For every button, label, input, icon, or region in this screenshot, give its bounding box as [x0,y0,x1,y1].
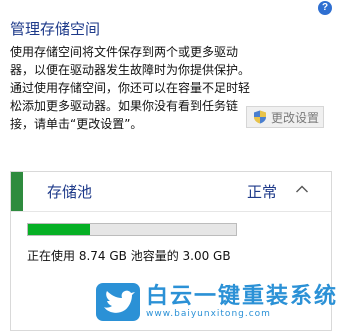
uac-shield-icon [254,110,266,124]
pool-usage-text: 正在使用 8.74 GB 池容量的 3.00 GB [27,249,231,263]
bird-logo-icon [96,283,140,321]
watermark: 白云一键重装系统 www.baiyunxitong.com [96,280,352,324]
pool-usage-fill [28,224,91,235]
watermark-title: 白云一键重装系统 [146,283,339,309]
description-text: 使用存储空间将文件保存到两个或更多驱动器，以便在驱动器发生故障时为你提供保护。通… [10,45,251,131]
change-settings-button[interactable]: 更改设置 [246,106,324,128]
change-settings-label: 更改设置 [271,110,320,125]
storage-pool-name: 存储池 [47,183,93,201]
chevron-up-icon[interactable] [295,184,309,194]
watermark-url: www.baiyunxitong.com [146,308,271,319]
page-title: 管理存储空间 [10,20,101,38]
help-icon[interactable]: ? [318,1,332,15]
storage-pool-header[interactable]: 存储池 正常 [11,172,331,212]
status-indicator-bar [11,172,23,211]
storage-pool-status: 正常 [247,183,278,201]
pool-usage-bar [27,223,237,236]
